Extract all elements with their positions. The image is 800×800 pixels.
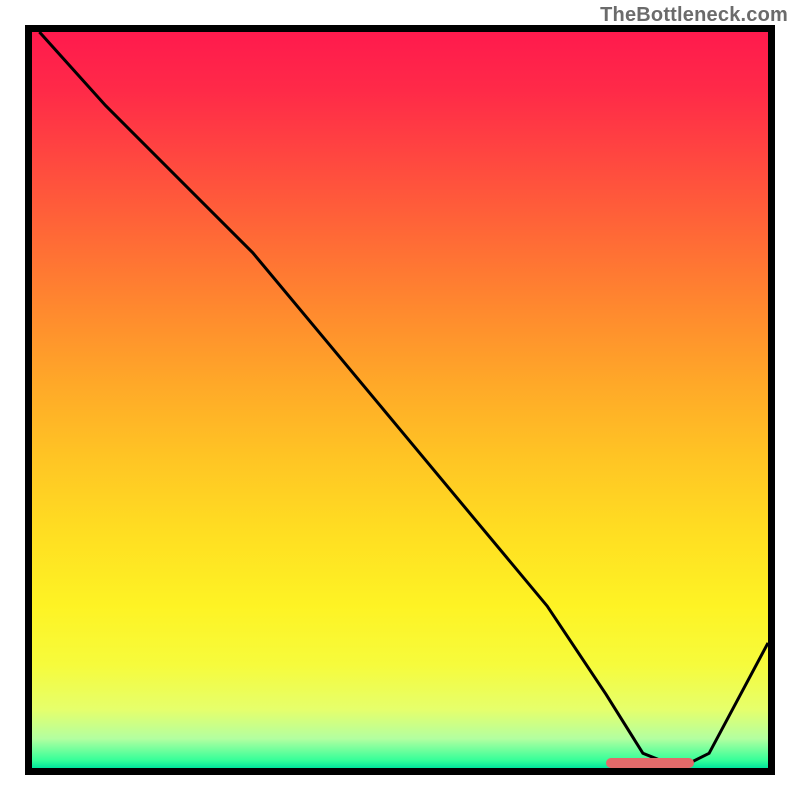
watermark-text: TheBottleneck.com xyxy=(600,4,788,27)
chart-marker xyxy=(606,758,694,768)
chart-plot xyxy=(32,32,768,768)
chart-curve xyxy=(39,32,768,768)
chart-frame xyxy=(25,25,775,775)
